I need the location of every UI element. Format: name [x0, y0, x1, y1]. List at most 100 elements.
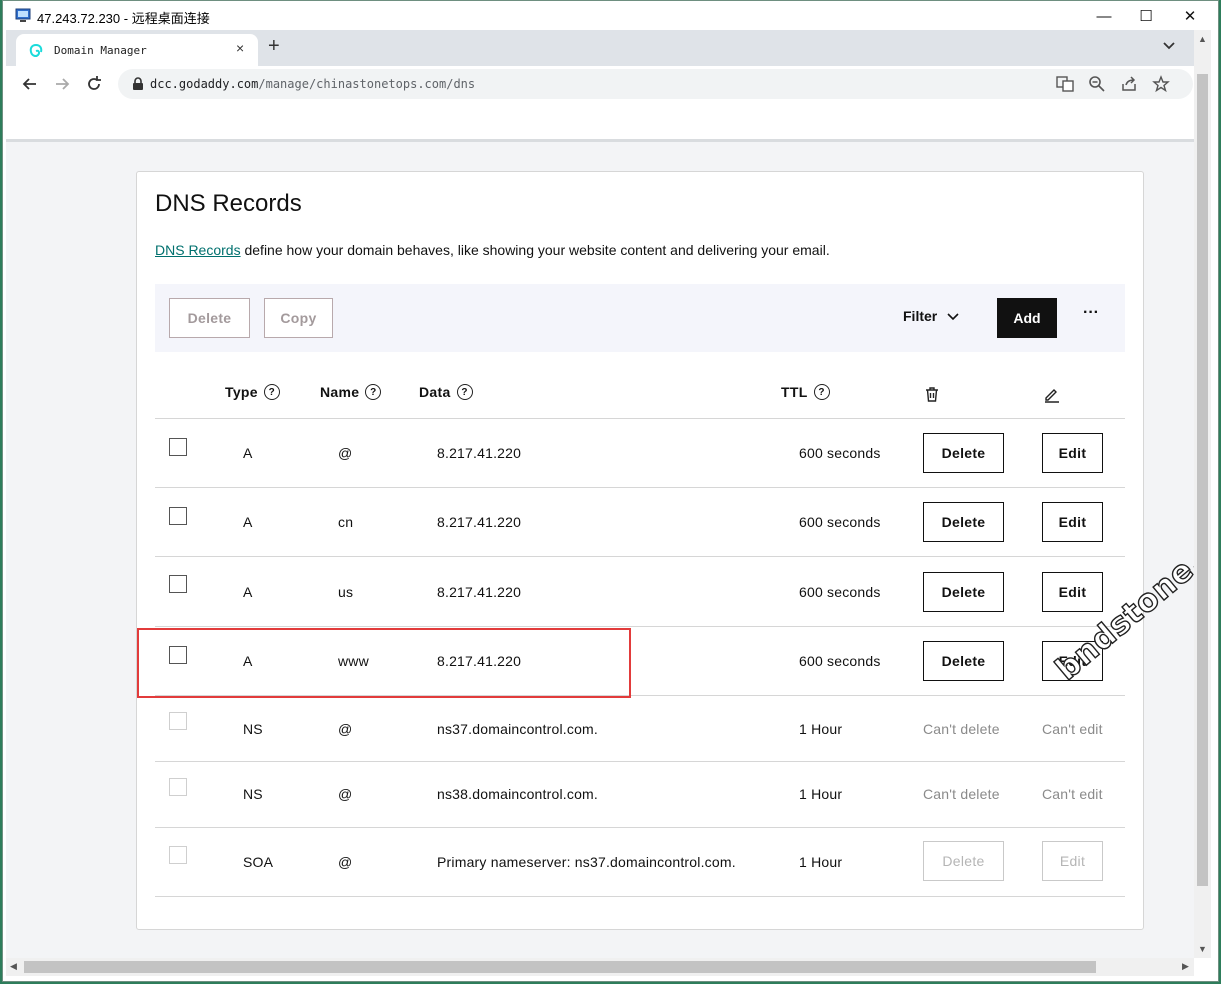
cant-delete-label: Can't delete: [923, 786, 1000, 802]
horizontal-scrollbar[interactable]: ◀ ▶: [6, 958, 1194, 976]
edit-record-button[interactable]: Edit: [1042, 572, 1103, 612]
filter-dropdown[interactable]: Filter: [903, 308, 959, 324]
translate-icon[interactable]: [1056, 75, 1074, 93]
close-window-button[interactable]: ✕: [1167, 1, 1213, 31]
bulk-delete-button[interactable]: Delete: [169, 298, 250, 338]
share-icon[interactable]: [1120, 75, 1138, 93]
filter-label: Filter: [903, 308, 938, 324]
rdp-title-bar: 47.243.72.230 - 远程桌面连接 — ☐ ✕: [3, 1, 1218, 31]
page-viewport: DNS Records DNS Records define how your …: [6, 102, 1194, 958]
record-data: 8.217.41.220: [437, 514, 522, 530]
url-path: /manage/chinastonetops.com/dns: [258, 77, 476, 91]
help-icon[interactable]: ?: [456, 384, 473, 400]
dns-records-link[interactable]: DNS Records: [155, 242, 241, 258]
lock-icon[interactable]: [132, 77, 144, 91]
tab-domain-manager[interactable]: Domain Manager ×: [16, 34, 258, 66]
add-record-button[interactable]: Add: [997, 298, 1057, 338]
tab-close-icon[interactable]: ×: [236, 40, 244, 56]
trash-icon: [926, 387, 938, 402]
record-type: A: [243, 584, 253, 600]
maximize-button[interactable]: ☐: [1123, 1, 1169, 31]
rdp-title: 47.243.72.230 - 远程桌面连接: [37, 11, 210, 26]
column-ttl: TTL ?: [781, 384, 830, 400]
forward-arrow-icon[interactable]: [52, 74, 72, 94]
help-icon[interactable]: ?: [813, 384, 830, 400]
tab-list-chevron-down-icon[interactable]: [1162, 38, 1176, 52]
column-data: Data ?: [419, 384, 473, 400]
back-arrow-icon[interactable]: [20, 74, 40, 94]
record-data: 8.217.41.220: [437, 445, 522, 461]
record-name: cn: [338, 514, 354, 530]
scroll-left-arrow-icon[interactable]: ◀: [10, 961, 17, 972]
table-row: A @ 8.217.41.220 600 seconds Delete Edit: [155, 419, 1125, 488]
scroll-right-arrow-icon[interactable]: ▶: [1182, 961, 1189, 972]
table-row: NS @ ns38.domaincontrol.com. 1 Hour Can'…: [155, 762, 1125, 828]
column-name-label: Name: [320, 384, 360, 400]
cant-edit-label: Can't edit: [1042, 786, 1103, 802]
dns-description-text: define how your domain behaves, like sho…: [240, 242, 830, 258]
vertical-scroll-thumb[interactable]: [1197, 74, 1208, 886]
remote-desktop-icon: [15, 8, 31, 22]
column-type-label: Type: [225, 384, 258, 400]
record-name: @: [338, 721, 353, 737]
new-tab-button[interactable]: +: [268, 35, 280, 58]
url-field[interactable]: dcc.godaddy.com/manage/chinastonetops.co…: [118, 69, 1193, 99]
column-name: Name ?: [320, 384, 382, 400]
edit-record-button[interactable]: Edit: [1042, 433, 1103, 473]
minimize-button[interactable]: —: [1081, 1, 1127, 31]
highlight-box: [137, 628, 631, 698]
table-header: Type ? Name ? Data ? TTL ?: [155, 372, 1125, 419]
url-text: dcc.godaddy.com/manage/chinastonetops.co…: [150, 77, 475, 91]
row-checkbox: [169, 712, 187, 730]
scroll-up-arrow-icon[interactable]: ▲: [1198, 34, 1207, 44]
record-data: Primary nameserver: ns37.domaincontrol.c…: [437, 854, 736, 870]
bulk-copy-button[interactable]: Copy: [264, 298, 333, 338]
record-ttl: 600 seconds: [799, 514, 881, 530]
edit-record-button[interactable]: Edit: [1042, 502, 1103, 542]
row-checkbox[interactable]: [169, 575, 187, 593]
page-title: DNS Records: [155, 190, 302, 217]
table-row: NS @ ns37.domaincontrol.com. 1 Hour Can'…: [155, 696, 1125, 762]
row-checkbox[interactable]: [169, 507, 187, 525]
delete-record-button[interactable]: Delete: [923, 433, 1004, 473]
pencil-icon: [1045, 389, 1059, 403]
chevron-down-icon: [947, 313, 959, 321]
address-bar: dcc.godaddy.com/manage/chinastonetops.co…: [6, 66, 1194, 102]
record-data: 8.217.41.220: [437, 584, 522, 600]
table-row: A cn 8.217.41.220 600 seconds Delete Edi…: [155, 488, 1125, 557]
vertical-scrollbar[interactable]: ▲ ▼: [1194, 30, 1211, 958]
tab-title: Domain Manager: [54, 44, 147, 57]
delete-record-button[interactable]: Delete: [923, 502, 1004, 542]
column-type: Type ?: [225, 384, 280, 400]
record-ttl: 1 Hour: [799, 854, 843, 870]
page-header: [6, 102, 1194, 142]
record-type: A: [243, 514, 253, 530]
cant-edit-label: Can't edit: [1042, 721, 1103, 737]
reload-icon[interactable]: [84, 74, 104, 94]
help-icon[interactable]: ?: [365, 384, 382, 400]
record-name: us: [338, 584, 354, 600]
help-icon[interactable]: ?: [263, 384, 280, 400]
record-type: NS: [243, 786, 263, 802]
zoom-icon[interactable]: [1088, 75, 1106, 93]
delete-record-button: Delete: [923, 841, 1004, 881]
record-data: ns37.domaincontrol.com.: [437, 721, 599, 737]
records-toolbar: Delete Copy Filter Add ···: [155, 284, 1125, 352]
record-ttl: 600 seconds: [799, 584, 881, 600]
delete-record-button[interactable]: Delete: [923, 641, 1004, 681]
horizontal-scroll-thumb[interactable]: [24, 961, 1096, 973]
dns-description: DNS Records define how your domain behav…: [155, 242, 830, 258]
bookmark-star-icon[interactable]: [1152, 75, 1170, 93]
record-type: A: [243, 445, 253, 461]
more-options-icon[interactable]: ···: [1083, 304, 1099, 322]
scroll-down-arrow-icon[interactable]: ▼: [1198, 944, 1207, 954]
delete-record-button[interactable]: Delete: [923, 572, 1004, 612]
record-name: @: [338, 786, 353, 802]
table-row: SOA @ Primary nameserver: ns37.domaincon…: [155, 828, 1125, 897]
row-checkbox[interactable]: [169, 438, 187, 456]
edit-record-button: Edit: [1042, 841, 1103, 881]
record-type: SOA: [243, 854, 274, 870]
record-type: NS: [243, 721, 263, 737]
url-host: dcc.godaddy.com: [150, 77, 259, 91]
cant-delete-label: Can't delete: [923, 721, 1000, 737]
